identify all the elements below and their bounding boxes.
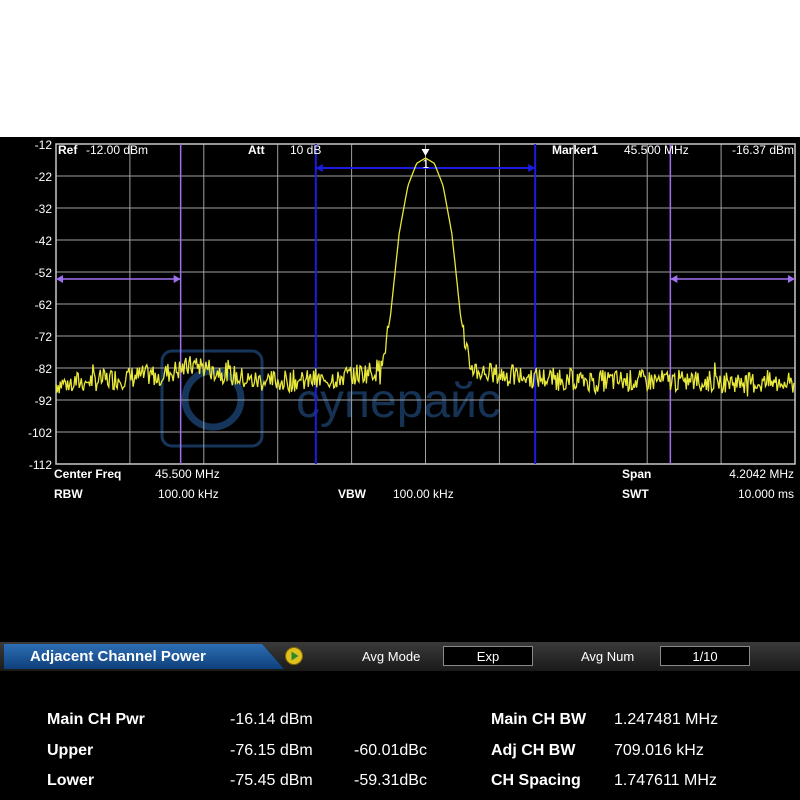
y-tick-label: -112 (29, 458, 52, 472)
adj-ch-bw-label: Adj CH BW (491, 742, 576, 759)
upper-label: Upper (47, 742, 94, 759)
spectrum-display: суперайс -12-22-32-42-52-62-72-82-92-102… (0, 137, 800, 642)
mode-tab-adjacent-channel-power[interactable]: Adjacent Channel Power (4, 644, 284, 669)
ref-value: -12.00 dBm (86, 143, 148, 157)
marker-level: -16.37 dBm (732, 143, 794, 157)
play-icon[interactable] (284, 646, 304, 666)
span-value: 4.2042 MHz (729, 467, 794, 481)
center-freq-value: 45.500 MHz (155, 467, 220, 481)
rbw-value: 100.00 kHz (158, 487, 219, 501)
y-tick-label: -32 (35, 202, 53, 216)
vbw-value: 100.00 kHz (393, 487, 454, 501)
ch-spacing-value: 1.747611 MHz (614, 772, 717, 789)
adj-ch-bw-value: 709.016 kHz (614, 742, 704, 759)
y-tick-label: -22 (35, 170, 53, 184)
vbw-label: VBW (338, 487, 367, 501)
swt-label: SWT (622, 487, 649, 501)
y-tick-label: -52 (35, 266, 53, 280)
y-tick-label: -42 (35, 234, 53, 248)
main-ch-bw-label: Main CH BW (491, 711, 587, 728)
avg-num-label: Avg Num (581, 649, 635, 664)
main-ch-bw-value: 1.247481 MHz (614, 711, 719, 728)
main-ch-pwr-value: -16.14 dBm (230, 711, 313, 728)
upper-dbc: -60.01dBc (354, 742, 427, 759)
results-panel: Main CH Pwr -16.14 dBm Upper -76.15 dBm … (0, 671, 800, 800)
measurement-menu-bar: Adjacent Channel Power Avg Mode Exp Avg … (0, 642, 800, 671)
lower-dbc: -59.31dBc (354, 772, 427, 789)
main-ch-pwr-label: Main CH Pwr (47, 711, 145, 728)
avg-mode-field[interactable]: Exp (443, 646, 533, 666)
marker-label: Marker1 (552, 143, 598, 157)
y-tick-label: -82 (35, 362, 53, 376)
y-tick-label: -12 (35, 138, 53, 152)
y-tick-label: -102 (28, 426, 52, 440)
ref-label: Ref (58, 143, 78, 157)
rbw-label: RBW (54, 487, 83, 501)
marker-number: 1 (423, 157, 430, 171)
span-label: Span (622, 467, 651, 481)
swt-value: 10.000 ms (738, 487, 794, 501)
center-freq-label: Center Freq (54, 467, 121, 481)
avg-num-field[interactable]: 1/10 (660, 646, 750, 666)
avg-mode-label: Avg Mode (362, 649, 421, 664)
upper-value: -76.15 dBm (230, 742, 313, 759)
marker-freq: 45.500 MHz (624, 143, 689, 157)
lower-label: Lower (47, 772, 95, 789)
y-tick-label: -92 (35, 394, 53, 408)
analyzer-screen: суперайс -12 -22 -32 -42 -52 -62 -72 -82 -92 -102… (0, 137, 800, 800)
att-label: Att (248, 143, 265, 157)
y-tick-label: -62 (35, 298, 53, 312)
ch-spacing-label: CH Spacing (491, 772, 581, 789)
lower-value: -75.45 dBm (230, 772, 313, 789)
y-tick-label: -72 (35, 330, 53, 344)
att-value: 10 dB (290, 143, 321, 157)
